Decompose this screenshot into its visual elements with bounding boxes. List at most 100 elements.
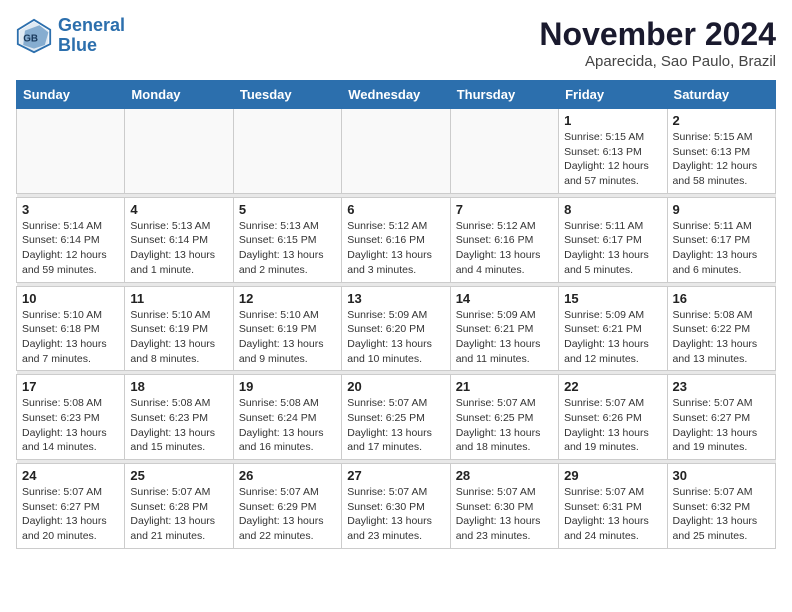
day-number: 29	[564, 468, 661, 483]
calendar-cell-w2-d2: 4Sunrise: 5:13 AM Sunset: 6:14 PM Daylig…	[125, 197, 233, 282]
day-number: 9	[673, 202, 770, 217]
calendar-cell-w3-d6: 15Sunrise: 5:09 AM Sunset: 6:21 PM Dayli…	[559, 286, 667, 371]
calendar-cell-w4-d7: 23 Sunrise: 5:07 AM Sunset: 6:27 PM Dayli…	[667, 375, 775, 460]
day-info: Sunrise: 5:07 AM Sunset: 6:25 PM Dayligh…	[456, 396, 553, 455]
day-info: Sunrise: 5:07 AM Sunset: 6:31 PM Dayligh…	[564, 485, 661, 544]
day-number: 6	[347, 202, 444, 217]
calendar-cell-w1-d1	[17, 109, 125, 194]
day-info: Sunrise: 5:10 AM Sunset: 6:19 PM Dayligh…	[130, 308, 227, 367]
calendar-cell-w5-d6: 29 Sunrise: 5:07 AM Sunset: 6:31 PM Dayli…	[559, 464, 667, 549]
day-number: 10	[22, 291, 119, 306]
day-number: 3	[22, 202, 119, 217]
location-subtitle: Aparecida, Sao Paulo, Brazil	[539, 53, 776, 70]
calendar-cell-w5-d4: 27 Sunrise: 5:07 AM Sunset: 6:30 PM Dayli…	[342, 464, 450, 549]
day-info: Sunrise: 5:15 AM Sunset: 6:13 PM Dayligh…	[673, 130, 770, 189]
calendar-cell-w1-d5	[450, 109, 558, 194]
day-number: 14	[456, 291, 553, 306]
calendar-cell-w3-d3: 12Sunrise: 5:10 AM Sunset: 6:19 PM Dayli…	[233, 286, 341, 371]
day-number: 21	[456, 379, 553, 394]
day-number: 7	[456, 202, 553, 217]
day-info: Sunrise: 5:07 AM Sunset: 6:30 PM Dayligh…	[347, 485, 444, 544]
calendar-week-4: 17Sunrise: 5:08 AM Sunset: 6:23 PM Dayli…	[17, 375, 776, 460]
logo-text: General Blue	[58, 16, 125, 56]
day-number: 20	[347, 379, 444, 394]
day-number: 27	[347, 468, 444, 483]
day-number: 26	[239, 468, 336, 483]
day-info: Sunrise: 5:07 AM Sunset: 6:27 PM Dayligh…	[22, 485, 119, 544]
calendar-cell-w5-d5: 28 Sunrise: 5:07 AM Sunset: 6:30 PM Dayli…	[450, 464, 558, 549]
day-info: Sunrise: 5:13 AM Sunset: 6:15 PM Dayligh…	[239, 219, 336, 278]
col-sunday: Sunday	[17, 81, 125, 109]
day-info: Sunrise: 5:07 AM Sunset: 6:27 PM Dayligh…	[673, 396, 770, 455]
calendar-cell-w3-d1: 10 Sunrise: 5:10 AM Sunset: 6:18 PM Dayli…	[17, 286, 125, 371]
calendar-cell-w1-d3	[233, 109, 341, 194]
day-info: Sunrise: 5:10 AM Sunset: 6:18 PM Dayligh…	[22, 308, 119, 367]
calendar-cell-w4-d4: 20 Sunrise: 5:07 AM Sunset: 6:25 PM Dayli…	[342, 375, 450, 460]
calendar-cell-w2-d6: 8Sunrise: 5:11 AM Sunset: 6:17 PM Daylig…	[559, 197, 667, 282]
calendar-header-row: Sunday Monday Tuesday Wednesday Thursday…	[17, 81, 776, 109]
calendar-cell-w5-d1: 24 Sunrise: 5:07 AM Sunset: 6:27 PM Dayli…	[17, 464, 125, 549]
calendar-cell-w4-d2: 18Sunrise: 5:08 AM Sunset: 6:23 PM Dayli…	[125, 375, 233, 460]
calendar-cell-w1-d7: 2 Sunrise: 5:15 AM Sunset: 6:13 PM Daylig…	[667, 109, 775, 194]
day-number: 16	[673, 291, 770, 306]
day-number: 28	[456, 468, 553, 483]
calendar-cell-w2-d7: 9 Sunrise: 5:11 AM Sunset: 6:17 PM Daylig…	[667, 197, 775, 282]
day-number: 11	[130, 291, 227, 306]
day-info: Sunrise: 5:07 AM Sunset: 6:25 PM Dayligh…	[347, 396, 444, 455]
day-info: Sunrise: 5:07 AM Sunset: 6:29 PM Dayligh…	[239, 485, 336, 544]
logo: GB General Blue	[16, 16, 125, 56]
calendar-cell-w4-d3: 19 Sunrise: 5:08 AM Sunset: 6:24 PM Dayli…	[233, 375, 341, 460]
day-info: Sunrise: 5:09 AM Sunset: 6:21 PM Dayligh…	[564, 308, 661, 367]
day-info: Sunrise: 5:07 AM Sunset: 6:28 PM Dayligh…	[130, 485, 227, 544]
calendar-cell-w5-d2: 25 Sunrise: 5:07 AM Sunset: 6:28 PM Dayli…	[125, 464, 233, 549]
calendar-week-2: 3 Sunrise: 5:14 AM Sunset: 6:14 PM Daylig…	[17, 197, 776, 282]
title-block: November 2024 Aparecida, Sao Paulo, Braz…	[539, 16, 776, 70]
col-thursday: Thursday	[450, 81, 558, 109]
calendar-cell-w1-d2	[125, 109, 233, 194]
page-header: GB General Blue November 2024 Aparecida,…	[16, 16, 776, 70]
day-info: Sunrise: 5:12 AM Sunset: 6:16 PM Dayligh…	[456, 219, 553, 278]
calendar-cell-w3-d4: 13Sunrise: 5:09 AM Sunset: 6:20 PM Dayli…	[342, 286, 450, 371]
day-number: 30	[673, 468, 770, 483]
day-info: Sunrise: 5:07 AM Sunset: 6:30 PM Dayligh…	[456, 485, 553, 544]
day-number: 22	[564, 379, 661, 394]
calendar-week-3: 10 Sunrise: 5:10 AM Sunset: 6:18 PM Dayli…	[17, 286, 776, 371]
col-tuesday: Tuesday	[233, 81, 341, 109]
day-number: 24	[22, 468, 119, 483]
day-number: 2	[673, 113, 770, 128]
day-number: 5	[239, 202, 336, 217]
day-info: Sunrise: 5:14 AM Sunset: 6:14 PM Dayligh…	[22, 219, 119, 278]
day-info: Sunrise: 5:13 AM Sunset: 6:14 PM Dayligh…	[130, 219, 227, 278]
calendar-table: Sunday Monday Tuesday Wednesday Thursday…	[16, 80, 776, 549]
col-saturday: Saturday	[667, 81, 775, 109]
calendar-cell-w1-d6: 1 Sunrise: 5:15 AM Sunset: 6:13 PM Daylig…	[559, 109, 667, 194]
day-number: 19	[239, 379, 336, 394]
day-info: Sunrise: 5:11 AM Sunset: 6:17 PM Dayligh…	[564, 219, 661, 278]
day-number: 18	[130, 379, 227, 394]
calendar-cell-w5-d3: 26 Sunrise: 5:07 AM Sunset: 6:29 PM Dayli…	[233, 464, 341, 549]
logo-icon: GB	[16, 18, 52, 54]
day-info: Sunrise: 5:12 AM Sunset: 6:16 PM Dayligh…	[347, 219, 444, 278]
day-info: Sunrise: 5:08 AM Sunset: 6:22 PM Dayligh…	[673, 308, 770, 367]
day-info: Sunrise: 5:11 AM Sunset: 6:17 PM Dayligh…	[673, 219, 770, 278]
col-friday: Friday	[559, 81, 667, 109]
calendar-cell-w4-d5: 21 Sunrise: 5:07 AM Sunset: 6:25 PM Dayli…	[450, 375, 558, 460]
day-info: Sunrise: 5:07 AM Sunset: 6:26 PM Dayligh…	[564, 396, 661, 455]
day-number: 23	[673, 379, 770, 394]
day-info: Sunrise: 5:09 AM Sunset: 6:20 PM Dayligh…	[347, 308, 444, 367]
day-info: Sunrise: 5:09 AM Sunset: 6:21 PM Dayligh…	[456, 308, 553, 367]
day-number: 1	[564, 113, 661, 128]
svg-text:GB: GB	[23, 33, 38, 44]
calendar-cell-w2-d4: 6 Sunrise: 5:12 AM Sunset: 6:16 PM Daylig…	[342, 197, 450, 282]
day-info: Sunrise: 5:15 AM Sunset: 6:13 PM Dayligh…	[564, 130, 661, 189]
calendar-cell-w2-d5: 7 Sunrise: 5:12 AM Sunset: 6:16 PM Daylig…	[450, 197, 558, 282]
calendar-cell-w4-d1: 17Sunrise: 5:08 AM Sunset: 6:23 PM Dayli…	[17, 375, 125, 460]
logo-line2: Blue	[58, 35, 97, 55]
calendar-week-1: 1 Sunrise: 5:15 AM Sunset: 6:13 PM Daylig…	[17, 109, 776, 194]
calendar-cell-w3-d5: 14 Sunrise: 5:09 AM Sunset: 6:21 PM Dayli…	[450, 286, 558, 371]
day-number: 17	[22, 379, 119, 394]
day-number: 25	[130, 468, 227, 483]
day-info: Sunrise: 5:08 AM Sunset: 6:24 PM Dayligh…	[239, 396, 336, 455]
day-info: Sunrise: 5:10 AM Sunset: 6:19 PM Dayligh…	[239, 308, 336, 367]
calendar-cell-w2-d1: 3 Sunrise: 5:14 AM Sunset: 6:14 PM Daylig…	[17, 197, 125, 282]
